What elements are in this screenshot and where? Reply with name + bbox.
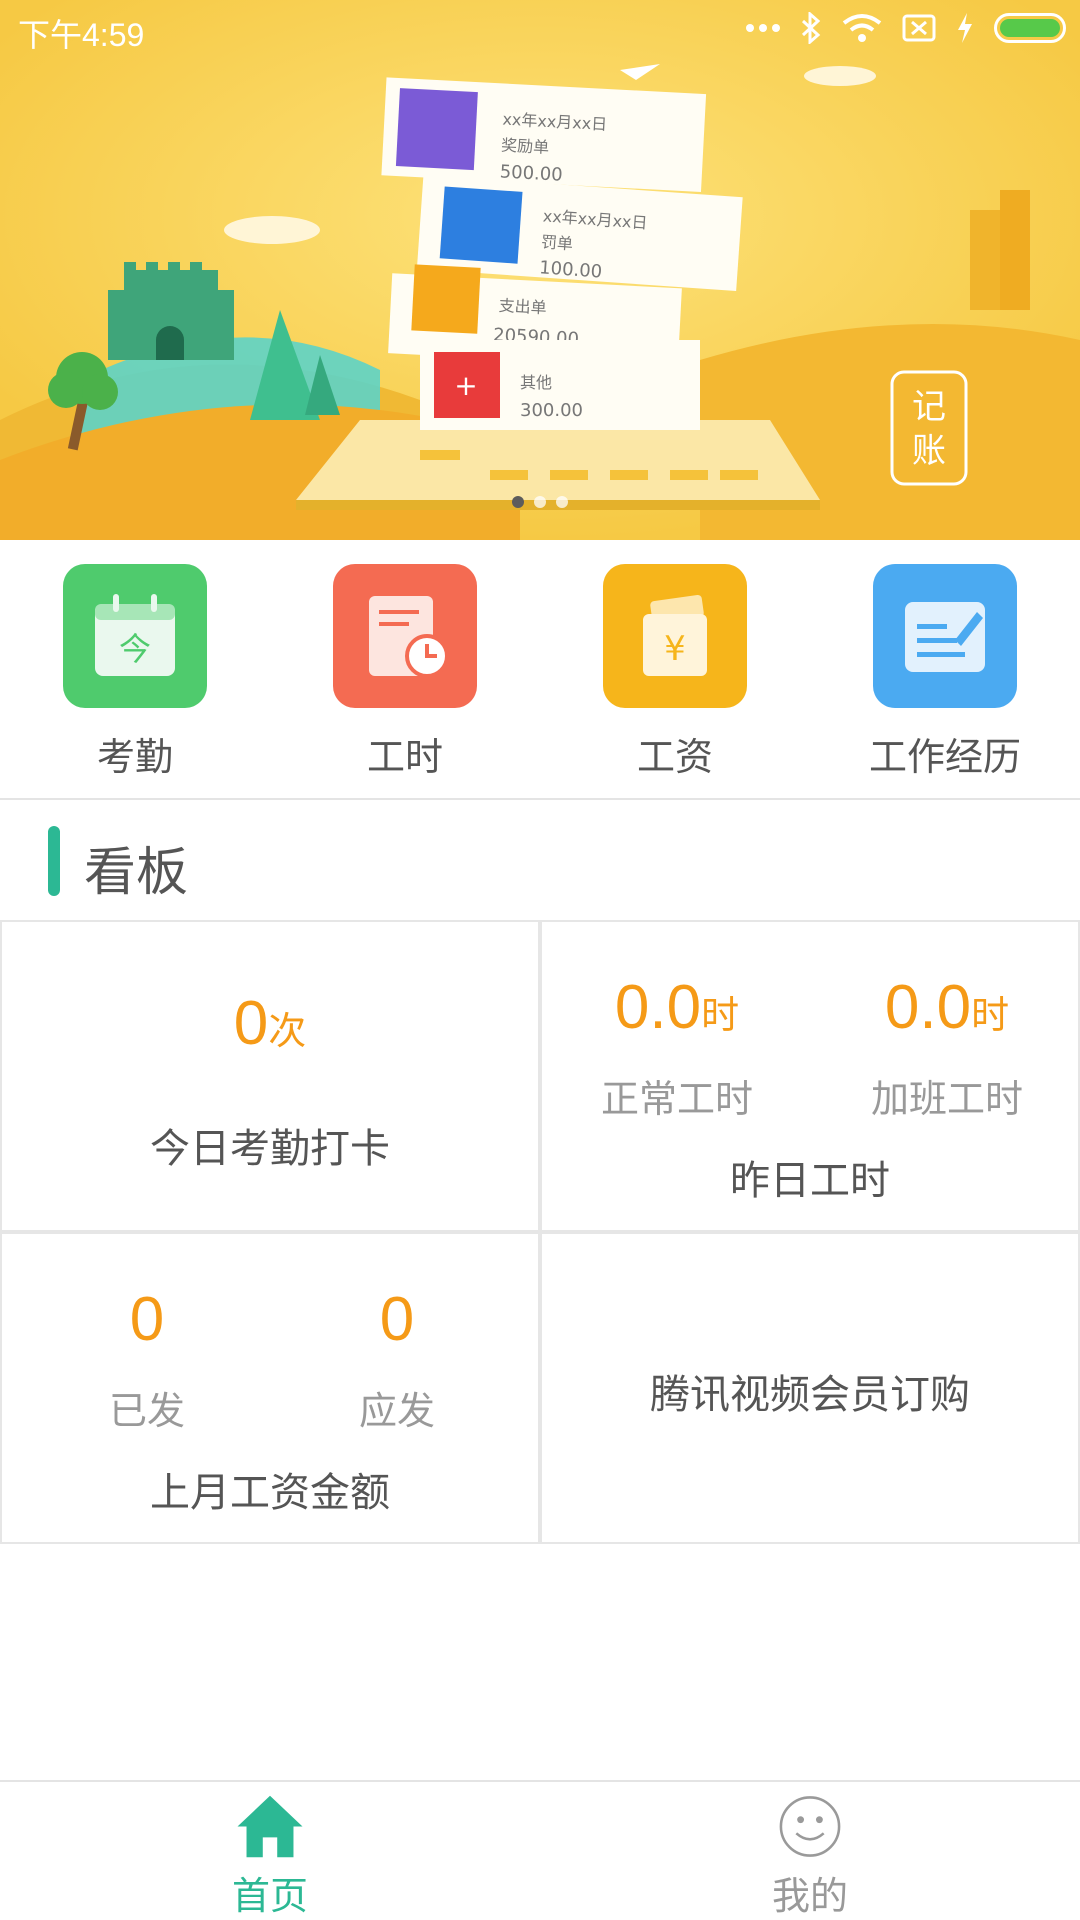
castle-icon — [108, 262, 234, 360]
svg-text:记: 记 — [912, 387, 946, 427]
quick-entry-work-hours[interactable]: 工时 — [270, 540, 540, 798]
card-salary[interactable]: 0 0 已发 应发 上月工资金额 — [0, 1232, 540, 1544]
svg-text:账: 账 — [912, 431, 946, 471]
promo-label: 腾讯视频会员订购 — [650, 1372, 970, 1418]
smiley-icon — [779, 1796, 841, 1857]
section-header-kanban: 看板 — [0, 800, 1080, 920]
svg-text:+: + — [454, 369, 477, 402]
tab-mine[interactable]: 我的 — [540, 1782, 1080, 1920]
carousel-dot — [512, 496, 524, 508]
more-dots-icon — [746, 24, 780, 32]
tab-mine-label: 我的 — [771, 1874, 848, 1918]
yesterday-hours-label: 昨日工时 — [730, 1158, 890, 1204]
calendar-today-icon: 今 — [63, 564, 207, 708]
attendance-value-row: 0次 — [2, 988, 538, 1059]
bottom-nav: 首页 我的 — [0, 1780, 1080, 1920]
svg-text:奖励单: 奖励单 — [501, 135, 550, 156]
card-promo[interactable]: 腾讯视频会员订购 — [540, 1232, 1080, 1544]
svg-text:¥: ¥ — [664, 629, 686, 669]
tab-home[interactable]: 首页 — [0, 1782, 540, 1920]
card-attendance[interactable]: 0次 今日考勤打卡 — [0, 920, 540, 1232]
battery-icon — [994, 13, 1066, 43]
overtime-hours-value: 0.0 — [884, 973, 972, 1042]
carousel-dot — [556, 496, 568, 508]
overtime-hours-unit: 时 — [971, 993, 1010, 1037]
quick-entry-label: 考勤 — [96, 735, 173, 779]
salary-paid-label: 已发 — [108, 1389, 185, 1433]
status-time: 下午4:59 — [18, 17, 145, 53]
attendance-unit: 次 — [268, 1009, 307, 1053]
quick-entries: 今 考勤 工时 ¥ 工资 工作经历 — [0, 540, 1080, 798]
overtime-hours-label: 加班工时 — [870, 1077, 1023, 1121]
salary-due-value: 0 — [379, 1285, 415, 1354]
wifi-icon — [842, 14, 882, 42]
quick-entry-attendance[interactable]: 今 考勤 — [0, 540, 270, 798]
quick-entry-work-experience[interactable]: 工作经历 — [810, 540, 1080, 798]
banner-illustration: xx年xx月xx日 奖励单 500.00 xx年xx月xx日 罚单 100.00… — [0, 0, 1080, 540]
normal-hours-unit: 时 — [701, 993, 740, 1037]
normal-hours-label: 正常工时 — [600, 1077, 753, 1121]
kanban-grid: 0次 今日考勤打卡 0.0时 0.0时 正常工时 加班工时 昨日工时 0 0 已… — [0, 920, 1080, 1544]
salary-paid-value-row: 0 — [12, 1284, 282, 1355]
normal-hours-value-row: 0.0时 — [542, 972, 812, 1043]
attendance-count: 0 — [233, 989, 269, 1058]
svg-text:100.00: 100.00 — [539, 257, 603, 282]
section-title: 看板 — [84, 843, 189, 903]
status-icons — [746, 12, 1066, 44]
receipt-card-4: + 其他 300.00 — [420, 340, 700, 430]
edit-document-icon — [873, 564, 1017, 708]
carousel-indicator — [512, 496, 568, 508]
clock-document-icon — [333, 564, 477, 708]
svg-text:今: 今 — [119, 630, 151, 668]
status-bar: 下午4:59 — [0, 0, 1080, 60]
normal-hours-value: 0.0 — [614, 973, 702, 1042]
carousel-dot — [534, 496, 546, 508]
attendance-label: 今日考勤打卡 — [150, 1126, 390, 1172]
quick-entry-label: 工时 — [366, 735, 443, 779]
quick-entry-label: 工作经历 — [868, 735, 1021, 779]
salary-due-label: 应发 — [358, 1389, 435, 1433]
charging-icon — [958, 13, 972, 43]
svg-text:罚单: 罚单 — [540, 232, 573, 253]
salary-due-value-row: 0 — [262, 1284, 532, 1355]
svg-text:支出单: 支出单 — [498, 296, 547, 317]
banner-carousel[interactable]: xx年xx月xx日 奖励单 500.00 xx年xx月xx日 罚单 100.00… — [0, 0, 1080, 540]
last-month-salary-label: 上月工资金额 — [150, 1470, 390, 1516]
quick-entry-salary[interactable]: ¥ 工资 — [540, 540, 810, 798]
home-icon — [237, 1795, 303, 1858]
overtime-hours-value-row: 0.0时 — [812, 972, 1080, 1043]
tab-home-label: 首页 — [231, 1874, 308, 1918]
battery-level — [1000, 19, 1060, 37]
quick-entry-label: 工资 — [636, 735, 713, 779]
section-accent-bar — [48, 826, 60, 896]
card-work-hours[interactable]: 0.0时 0.0时 正常工时 加班工时 昨日工时 — [540, 920, 1080, 1232]
salary-wallet-icon: ¥ — [603, 564, 747, 708]
salary-paid-value: 0 — [129, 1285, 165, 1354]
no-sim-icon — [902, 14, 936, 42]
bluetooth-icon — [801, 12, 821, 44]
svg-text:其他: 其他 — [520, 373, 552, 392]
svg-text:300.00: 300.00 — [520, 400, 583, 421]
